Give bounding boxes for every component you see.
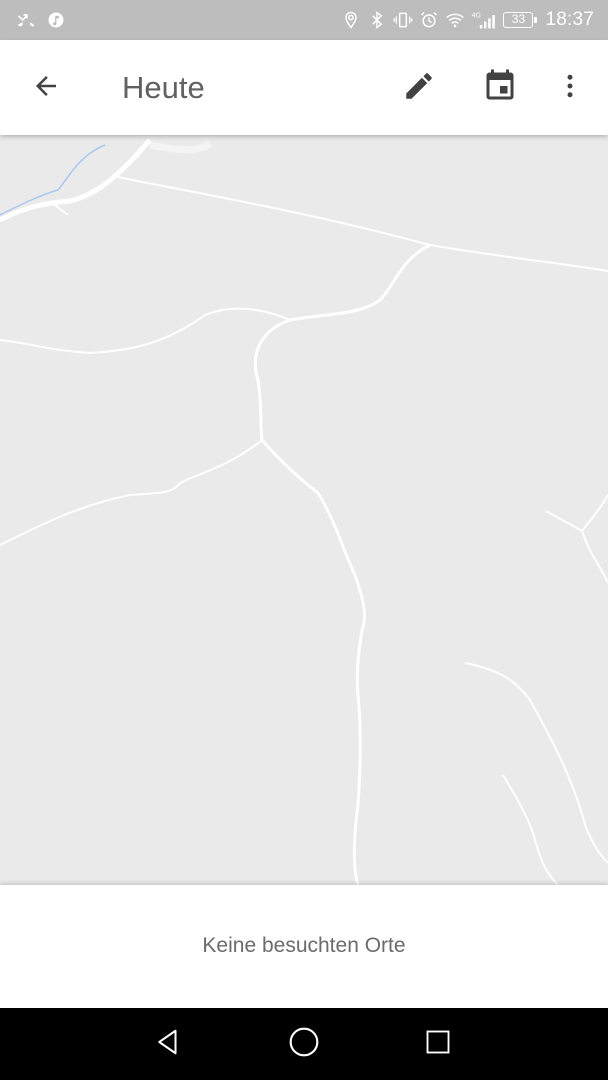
app-bar: Heute [0, 40, 608, 135]
nav-back-icon [153, 1027, 183, 1062]
calendar-button[interactable] [476, 64, 524, 112]
calendar-icon [482, 68, 518, 109]
screen: 4G 33 18:37 Heute Keine besuchten Orte [0, 0, 608, 1080]
back-button[interactable] [22, 64, 70, 112]
battery-indicator: 33 [503, 12, 538, 28]
network-label: 4G [472, 12, 481, 20]
map-road-east [545, 510, 608, 584]
map-road-left [0, 307, 291, 355]
system-nav-bar [0, 1008, 608, 1080]
map-road-spur [54, 204, 69, 216]
nav-home-icon [288, 1026, 320, 1063]
status-bar: 4G 33 18:37 [0, 0, 608, 40]
map-road-main [0, 138, 152, 223]
map-roads [0, 138, 608, 885]
edit-button[interactable] [395, 64, 443, 112]
nav-back-button[interactable] [144, 1020, 192, 1068]
arrow-back-icon [31, 71, 61, 106]
vibrate-icon [393, 10, 413, 30]
map-road-south [502, 774, 559, 885]
status-time: 18:37 [545, 9, 594, 30]
bluetooth-icon [367, 10, 387, 30]
missed-call-icon [16, 10, 36, 30]
map-road-curve [253, 243, 431, 441]
map-view[interactable] [0, 135, 608, 885]
location-icon [341, 10, 361, 30]
page-title: Heute [122, 70, 205, 105]
map-road-southeast [464, 662, 608, 864]
status-right: 4G 33 18:37 [341, 9, 594, 31]
music-icon [46, 10, 66, 30]
more-options-button[interactable] [546, 64, 594, 112]
alarm-icon [419, 10, 439, 30]
more-vert-icon [555, 71, 585, 106]
nav-recents-button[interactable] [414, 1020, 462, 1068]
empty-state-message: Keine besuchten Orte [202, 933, 406, 957]
map-road-central [260, 439, 366, 885]
signal-4g-icon: 4G [471, 10, 497, 30]
map-area-top [149, 140, 213, 154]
map-road-southwest [0, 439, 263, 546]
map-road-diagonal [117, 176, 608, 272]
map-road-east-branch [581, 494, 608, 532]
bottom-sheet: Keine besuchten Orte [0, 885, 608, 1008]
pencil-icon [402, 69, 436, 108]
status-left [16, 10, 66, 30]
nav-home-button[interactable] [280, 1020, 328, 1068]
wifi-icon [445, 10, 465, 30]
nav-recents-icon [424, 1028, 452, 1061]
